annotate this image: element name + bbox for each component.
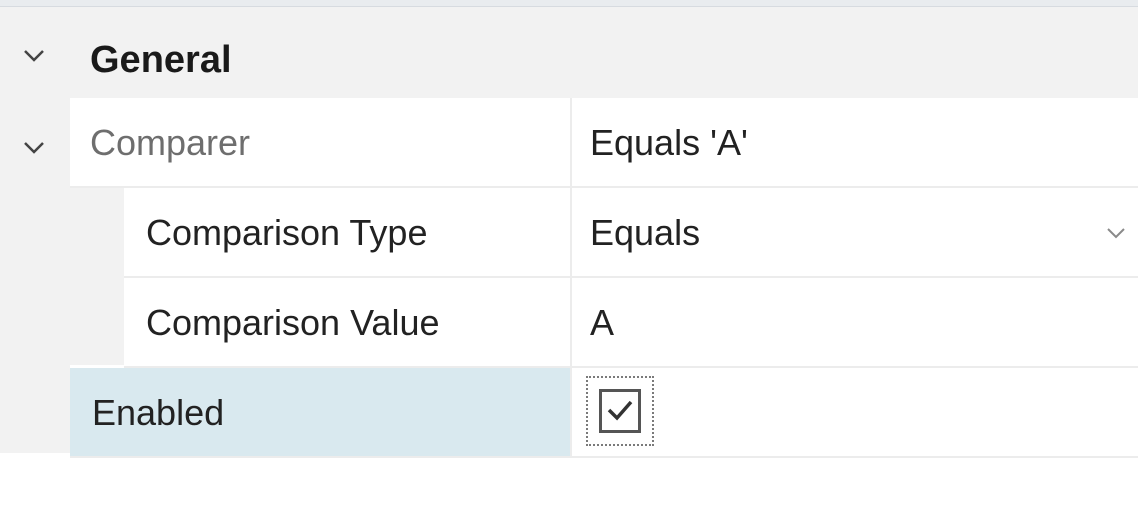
chevron-down-icon-glyph	[1107, 228, 1125, 239]
property-row-enabled[interactable]: Enabled	[70, 368, 1138, 458]
comparison-value-input[interactable]: A	[572, 278, 1138, 366]
property-name-enabled: Enabled	[92, 392, 225, 433]
property-value-comparison-value: A	[590, 302, 615, 343]
grid-top-border	[0, 0, 1138, 7]
property-row-comparison-type[interactable]: Comparison Type Equals	[124, 188, 1138, 278]
property-name-cell: Comparison Value	[124, 278, 572, 366]
property-name-cell: Comparison Type	[124, 188, 572, 276]
property-grid: General Comparer Equals 'A' Comparison T…	[0, 0, 1138, 526]
chevron-down-icon[interactable]	[1106, 214, 1126, 250]
enabled-checkbox[interactable]	[599, 389, 641, 433]
property-name-comparison-value: Comparison Value	[146, 302, 440, 343]
property-name-cell: Comparer	[70, 98, 572, 186]
chevron-down-icon[interactable]	[14, 39, 54, 69]
property-value-comparison-type: Equals	[590, 212, 701, 253]
comparison-type-dropdown[interactable]: Equals	[572, 188, 1138, 276]
property-row-comparer[interactable]: Comparer Equals 'A'	[70, 98, 1138, 188]
checkmark-icon	[607, 400, 633, 421]
chevron-down-icon-glyph	[24, 142, 44, 154]
category-row-general[interactable]: General	[0, 7, 1138, 98]
checkbox-focus-rect	[586, 376, 654, 446]
property-value-comparer: Equals 'A'	[590, 122, 748, 163]
property-name-comparison-type: Comparison Type	[146, 212, 428, 253]
nested-indent	[70, 188, 124, 365]
chevron-down-icon-glyph	[24, 50, 44, 62]
property-name-cell-selected: Enabled	[70, 368, 572, 456]
chevron-down-icon[interactable]	[14, 131, 54, 161]
category-label: General	[90, 39, 232, 81]
property-value-cell	[572, 368, 1138, 456]
property-row-comparison-value[interactable]: Comparison Value A	[124, 278, 1138, 368]
property-name-comparer: Comparer	[90, 122, 251, 163]
property-value-cell[interactable]: Equals 'A'	[572, 98, 1138, 186]
